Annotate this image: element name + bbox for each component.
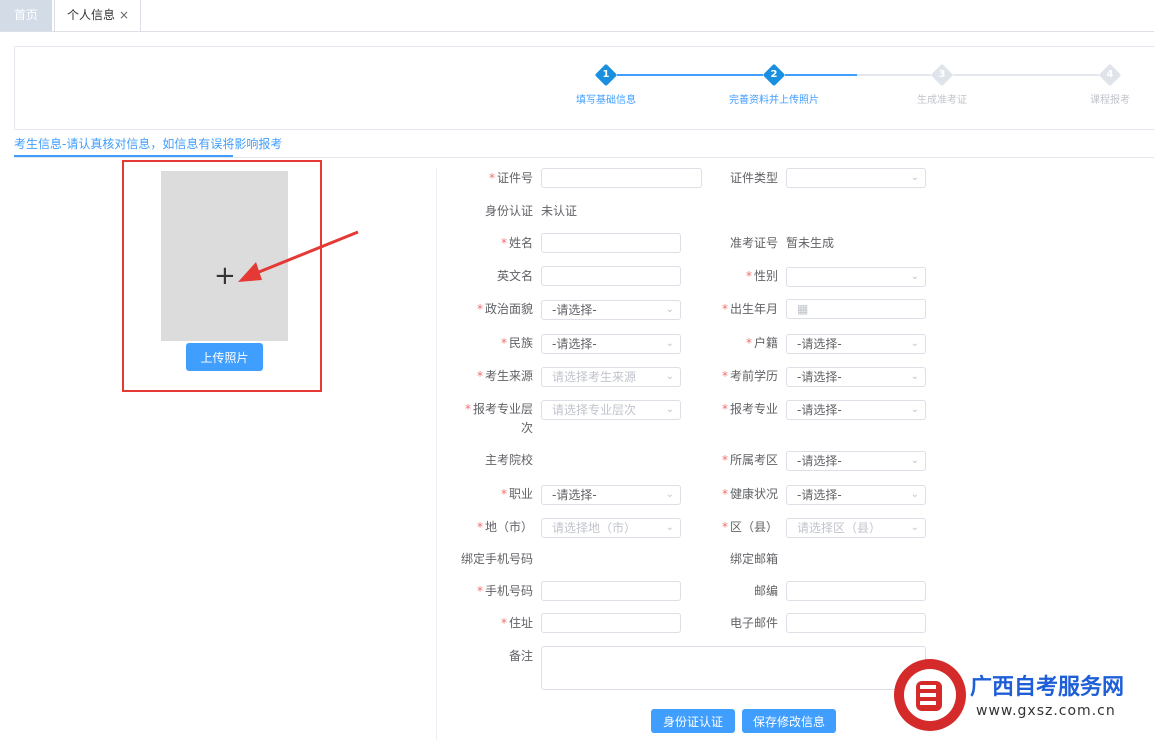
label-district: * 区（县） [721,520,778,534]
health-select[interactable]: -请选择- ⌄ [786,485,926,505]
label-gender: * 性别 [745,269,778,283]
label-email: 电子邮件 [729,616,778,630]
arrow-annotation-icon [238,230,359,282]
tab-label: 个人信息 [67,8,116,22]
city-select[interactable]: 请选择地（市） ⌄ [541,518,681,538]
label-en-name: 英文名 [496,269,533,283]
label-health: * 健康状况 [721,487,778,501]
label-area: * 所属考区 [721,453,778,467]
label-postcode: 邮编 [753,584,778,598]
id-type-select[interactable]: ⌄ [786,168,926,188]
close-icon[interactable]: × [119,8,129,22]
chevron-down-icon: ⌄ [910,404,919,415]
step-1-icon: 1 [594,63,618,87]
label-political: * 政治面貌 [476,302,533,316]
label-remark: 备注 [508,649,533,663]
chevron-down-icon: ⌄ [665,489,674,500]
district-select[interactable]: 请选择区（县） ⌄ [786,518,926,538]
label-nation: * 民族 [500,336,533,350]
watermark-logo: 广西自考服务网 www.gxsz.com.cn [892,655,1154,740]
gender-select[interactable]: ⌄ [786,267,926,287]
source-select[interactable]: 请选择考生来源 ⌄ [541,367,681,387]
step-3-icon: 3 [930,63,954,87]
label-school: 主考院校 [484,453,533,467]
fist-logo-icon [894,659,966,731]
steps-panel [14,46,1154,130]
label-major: * 报考专业 [721,402,778,416]
chevron-down-icon: ⌄ [910,271,919,282]
job-select[interactable]: -请选择- ⌄ [541,485,681,505]
label-id-auth: 身份认证 [484,204,533,218]
step-line-4 [953,74,1099,76]
email-input[interactable] [786,613,926,633]
tab-home[interactable]: 首页 [0,0,52,31]
name-input[interactable] [541,233,681,253]
upload-photo-button[interactable]: 上传照片 [186,343,263,371]
chevron-down-icon: ⌄ [665,371,674,382]
level-select[interactable]: 请选择专业层次 ⌄ [541,400,681,420]
tab-bar [0,0,1154,32]
label-bind-email: 绑定邮箱 [729,552,778,566]
section-divider [14,157,1154,158]
step-3-label: 生成准考证 [917,95,967,106]
id-auth-button[interactable]: 身份证认证 [651,709,735,733]
chevron-down-icon: ⌄ [910,522,919,533]
chevron-down-icon: ⌄ [665,522,674,533]
label-birth: * 出生年月 [721,302,778,316]
label-name: * 姓名 [500,236,533,250]
political-select[interactable]: -请选择- ⌄ [541,300,681,320]
chevron-down-icon: ⌄ [910,172,919,183]
ticket-no-value: 暂未生成 [786,236,835,250]
label-ticket-no: 准考证号 [729,236,778,250]
address-input[interactable] [541,613,681,633]
id-auth-value: 未认证 [541,204,578,218]
chevron-down-icon: ⌄ [665,304,674,315]
label-source: * 考生来源 [476,369,533,383]
nation-select[interactable]: -请选择- ⌄ [541,334,681,354]
chevron-down-icon: ⌄ [665,404,674,415]
birth-date-input[interactable]: ▦ [786,299,926,319]
label-level-line2: 次 [520,421,533,435]
label-address: * 住址 [500,616,533,630]
en-name-input[interactable] [541,266,681,286]
step-4-icon: 4 [1098,63,1122,87]
step-line-3 [857,74,931,76]
area-select[interactable]: -请选择- ⌄ [786,451,926,471]
chevron-down-icon: ⌄ [910,338,919,349]
id-no-input[interactable] [541,168,702,188]
hukou-select[interactable]: -请选择- ⌄ [786,334,926,354]
label-city: * 地（市） [476,520,533,534]
column-divider [436,168,437,740]
prev-edu-select[interactable]: -请选择- ⌄ [786,367,926,387]
label-prev-edu: * 考前学历 [721,369,778,383]
chevron-down-icon: ⌄ [910,455,919,466]
step-1-label: 填写基础信息 [576,95,636,106]
watermark-title: 广西自考服务网 [970,675,1125,700]
phone-input[interactable] [541,581,681,601]
label-id-type: 证件类型 [729,171,778,185]
watermark-url: www.gxsz.com.cn [976,703,1116,719]
chevron-down-icon: ⌄ [910,371,919,382]
chevron-down-icon: ⌄ [910,489,919,500]
step-line-2 [785,74,857,76]
step-2-label: 完善资料并上传照片 [729,95,819,106]
label-phone: * 手机号码 [476,584,533,598]
step-2-icon: 2 [762,63,786,87]
label-level: * 报考专业层 [464,402,533,416]
section-title: 考生信息-请认真核对信息，如信息有误将影响报考 [14,137,283,151]
major-select[interactable]: -请选择- ⌄ [786,400,926,420]
remark-textarea[interactable] [541,646,926,690]
label-id-no: * 证件号 [488,171,533,185]
label-bind-phone: 绑定手机号码 [460,552,533,566]
save-button[interactable]: 保存修改信息 [742,709,836,733]
tab-personal-info[interactable]: 个人信息 × [54,0,141,31]
postcode-input[interactable] [786,581,926,601]
step-4-label: 课程报考 [1090,95,1130,106]
step-line-1 [617,74,763,76]
chevron-down-icon: ⌄ [665,338,674,349]
calendar-icon: ▦ [797,302,809,316]
label-job: * 职业 [500,487,533,501]
label-hukou: * 户籍 [745,336,778,350]
